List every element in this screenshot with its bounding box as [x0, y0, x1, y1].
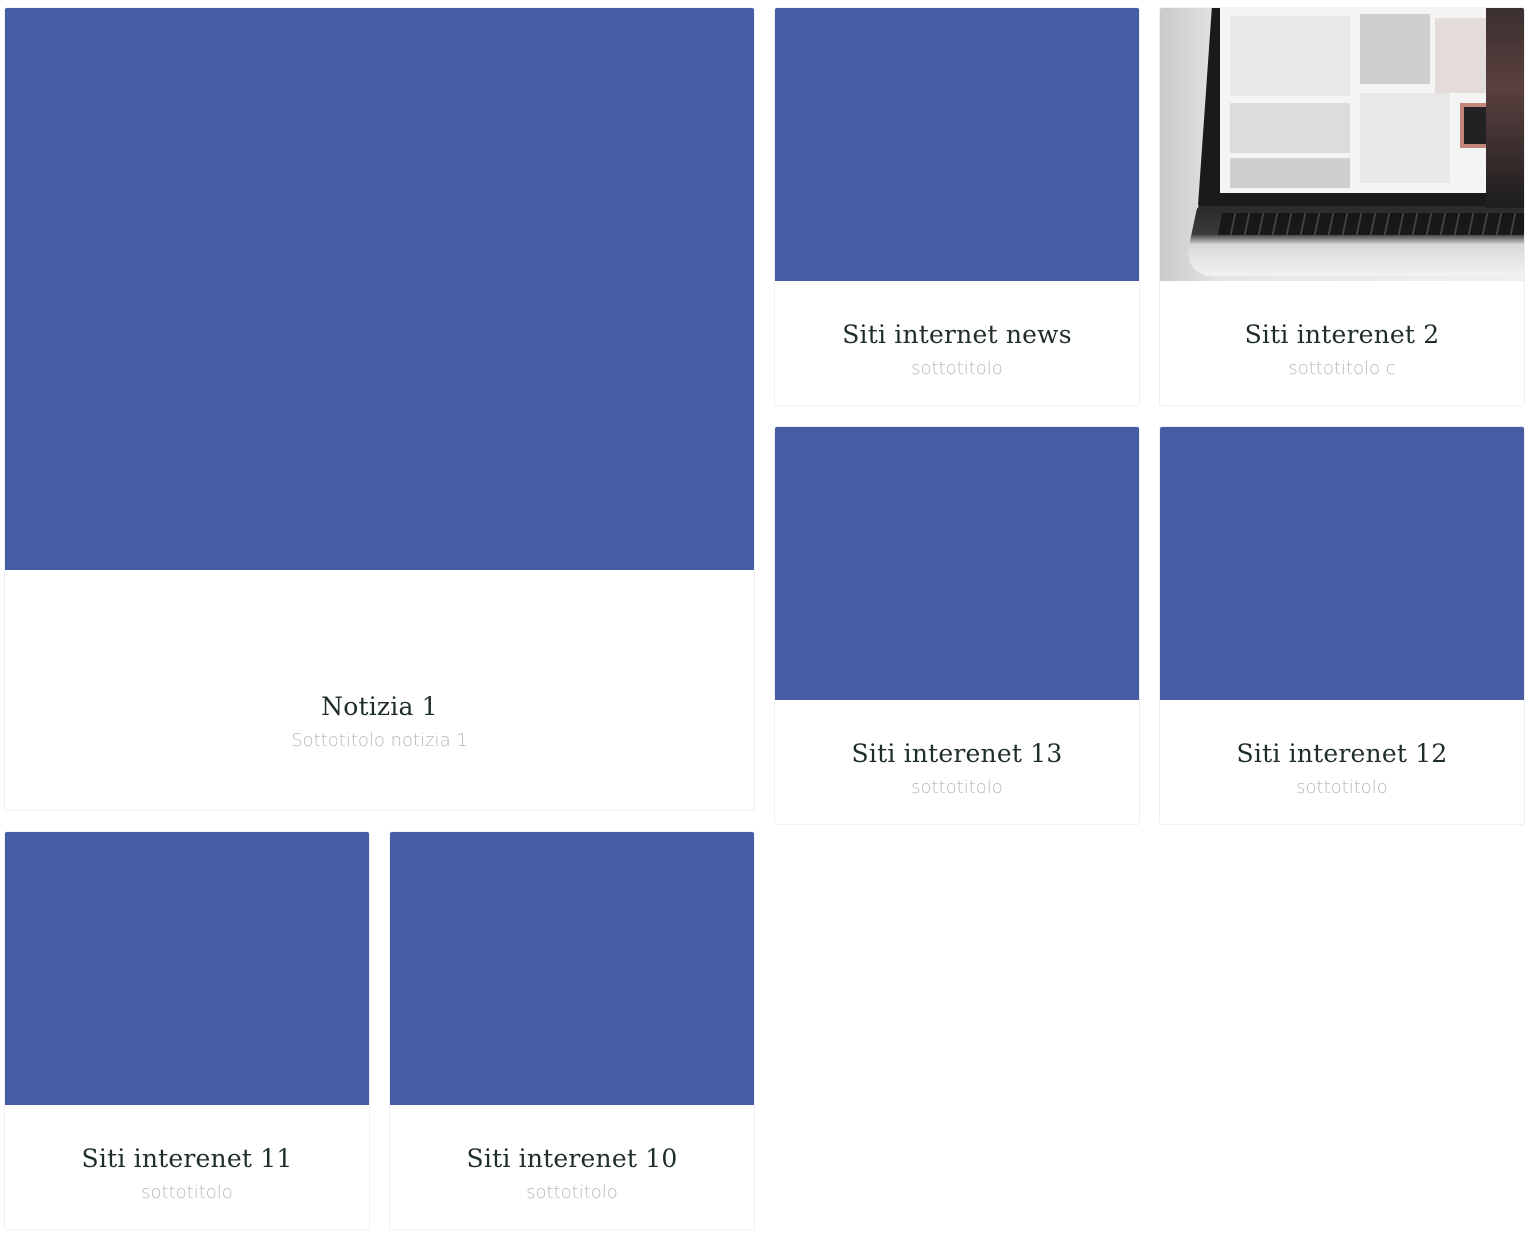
card-body: Siti interenet 12 sottotitolo — [1160, 739, 1524, 799]
card-title: Siti interenet 13 — [851, 739, 1063, 768]
card-subtitle: Sottotitolo notizia 1 — [291, 730, 468, 751]
laptop-photo — [1160, 8, 1524, 281]
card-image-placeholder — [775, 8, 1139, 281]
news-card-siti-interenet-2[interactable]: Siti interenet 2 sottotitolo c — [1159, 7, 1525, 406]
card-title: Siti interenet 10 — [466, 1144, 678, 1173]
card-image-placeholder — [5, 832, 369, 1105]
card-body: Siti interenet 13 sottotitolo — [775, 739, 1139, 799]
card-body: Siti interenet 11 sottotitolo — [5, 1144, 369, 1204]
card-subtitle: sottotitolo — [911, 358, 1003, 379]
photo-background-strip — [1486, 8, 1524, 208]
card-title: Siti interenet 11 — [81, 1144, 293, 1173]
card-image-placeholder — [775, 427, 1139, 700]
news-card-siti-internet-news[interactable]: Siti internet news sottotitolo — [774, 7, 1140, 406]
card-subtitle: sottotitolo — [141, 1182, 233, 1203]
card-subtitle: sottotitolo — [911, 777, 1003, 798]
card-body: Siti interenet 10 sottotitolo — [390, 1144, 754, 1204]
card-title: Notizia 1 — [321, 692, 438, 721]
news-card-notizia-1[interactable]: Notizia 1 Sottotitolo notizia 1 — [4, 7, 755, 811]
card-body: Siti interenet 2 sottotitolo c — [1160, 320, 1524, 380]
card-title: Siti interenet 2 — [1244, 320, 1440, 349]
card-subtitle: sottotitolo — [1296, 777, 1388, 798]
news-card-siti-interenet-12[interactable]: Siti interenet 12 sottotitolo — [1159, 426, 1525, 825]
laptop-keyboard — [1217, 213, 1524, 235]
news-card-siti-interenet-10[interactable]: Siti interenet 10 sottotitolo — [389, 831, 755, 1230]
card-image-placeholder — [5, 8, 754, 570]
news-card-siti-interenet-13[interactable]: Siti interenet 13 sottotitolo — [774, 426, 1140, 825]
card-body: Notizia 1 Sottotitolo notizia 1 — [5, 692, 754, 752]
news-card-siti-interenet-11[interactable]: Siti interenet 11 sottotitolo — [4, 831, 370, 1230]
laptop-screen — [1220, 8, 1524, 193]
card-title: Siti interenet 12 — [1236, 739, 1448, 768]
card-title: Siti internet news — [842, 320, 1072, 349]
card-image-placeholder — [1160, 427, 1524, 700]
card-subtitle: sottotitolo c — [1288, 358, 1396, 379]
card-subtitle: sottotitolo — [526, 1182, 618, 1203]
card-body: Siti internet news sottotitolo — [775, 320, 1139, 380]
card-image-placeholder — [390, 832, 754, 1105]
